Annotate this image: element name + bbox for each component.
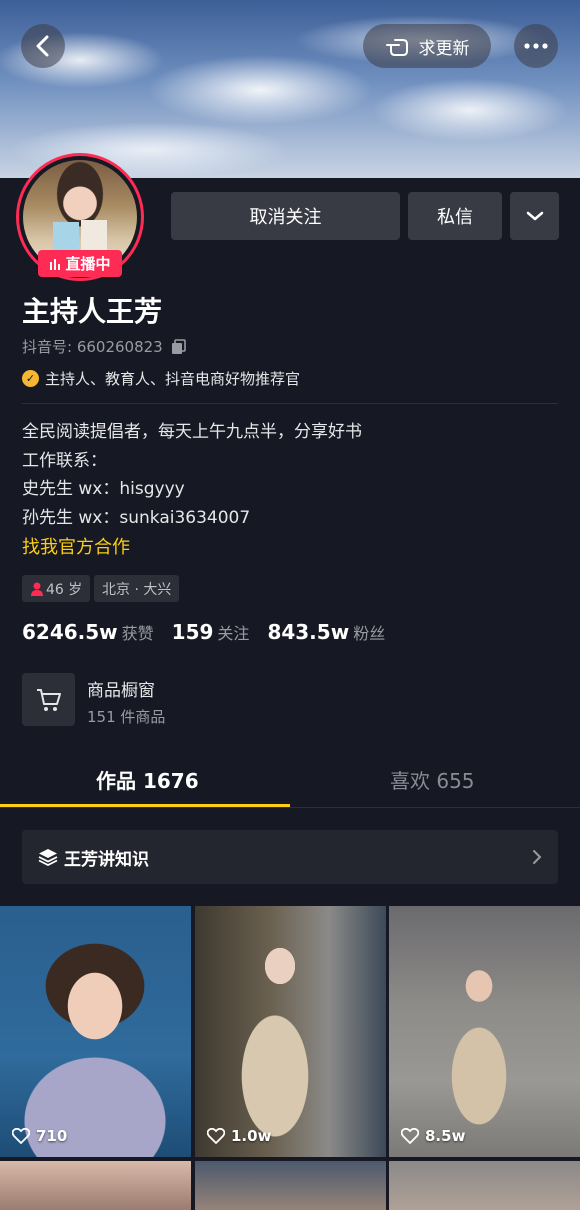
video-thumbnail[interactable] [0, 1161, 191, 1210]
more-options-button[interactable] [514, 24, 558, 68]
douyin-id: 抖音号: 660260823 [22, 336, 187, 357]
age-text: 46 岁 [46, 581, 83, 598]
more-dots-icon [524, 43, 548, 49]
video-thumbnail[interactable] [195, 1161, 386, 1210]
video-likes: 8.5w [401, 1127, 465, 1145]
live-bars-icon [50, 258, 61, 270]
video-thumbnail[interactable]: 710 [0, 906, 191, 1157]
chevron-right-icon [533, 850, 542, 864]
copy-icon[interactable] [171, 338, 187, 355]
bio-line: 孙先生 wx：sunkai3634007 [22, 507, 251, 528]
request-update-label: 求更新 [418, 38, 470, 59]
video-thumbnail[interactable]: 8.5w [389, 906, 580, 1157]
heart-icon [12, 1128, 30, 1144]
shop-title[interactable]: 商品橱窗 [87, 676, 155, 701]
likes-stat[interactable]: 6246.5w 获赞 [22, 620, 154, 644]
message-button[interactable]: 私信 [408, 192, 502, 240]
request-update-button[interactable]: 求更新 [363, 24, 491, 68]
shop-entry[interactable] [22, 673, 75, 726]
cover-banner [0, 0, 580, 178]
heart-icon [207, 1128, 225, 1144]
video-likes: 1.0w [207, 1127, 271, 1145]
pointing-hand-icon [385, 39, 408, 56]
collection-entry[interactable]: 王芳讲知识 [22, 830, 558, 884]
shopping-cart-icon [36, 688, 61, 711]
location-tag: 北京 · 大兴 [94, 575, 180, 602]
layers-icon [38, 849, 58, 866]
bio-line: 工作联系： [22, 450, 107, 471]
age-tag: 46 岁 [22, 575, 91, 602]
official-cooperation-link[interactable]: 找我官方合作 [22, 533, 130, 559]
expand-button[interactable] [510, 192, 559, 240]
female-icon [31, 582, 43, 596]
stats-row: 6246.5w 获赞 159 关注 843.5w 粉丝 [22, 620, 385, 644]
video-thumbnail[interactable]: 1.0w [195, 906, 386, 1157]
live-label: 直播中 [65, 255, 111, 273]
bio: 全民阅读提倡者，每天上午九点半，分享好书 工作联系： 史先生 wx：hisgyy… [22, 418, 362, 532]
tab-likes[interactable]: 喜欢 655 [390, 765, 475, 794]
verified-check-icon: ✓ [22, 370, 39, 387]
live-badge[interactable]: 直播中 [38, 250, 122, 277]
tab-divider [0, 807, 580, 808]
collection-label: 王芳讲知识 [64, 849, 149, 870]
douyin-id-text: 抖音号: 660260823 [22, 338, 163, 356]
divider [22, 403, 558, 404]
following-stat[interactable]: 159 关注 [172, 620, 250, 644]
verification-text: 主持人、教育人、抖音电商好物推荐官 [45, 370, 301, 388]
chevron-down-icon [526, 211, 543, 221]
shop-count: 151 件商品 [87, 708, 166, 726]
followers-stat[interactable]: 843.5w 粉丝 [267, 620, 385, 644]
bio-line: 全民阅读提倡者，每天上午九点半，分享好书 [22, 422, 362, 442]
verification-row: ✓ 主持人、教育人、抖音电商好物推荐官 [22, 368, 300, 389]
back-button[interactable] [21, 24, 65, 68]
bio-line: 史先生 wx：hisgyyy [22, 479, 185, 499]
chevron-left-icon [36, 35, 49, 57]
profile-name: 主持人王芳 [22, 295, 163, 328]
unfollow-button[interactable]: 取消关注 [171, 192, 400, 240]
video-likes: 710 [12, 1127, 67, 1145]
tab-works[interactable]: 作品 1676 [96, 765, 199, 794]
video-thumbnail[interactable] [389, 1161, 580, 1210]
heart-icon [401, 1128, 419, 1144]
